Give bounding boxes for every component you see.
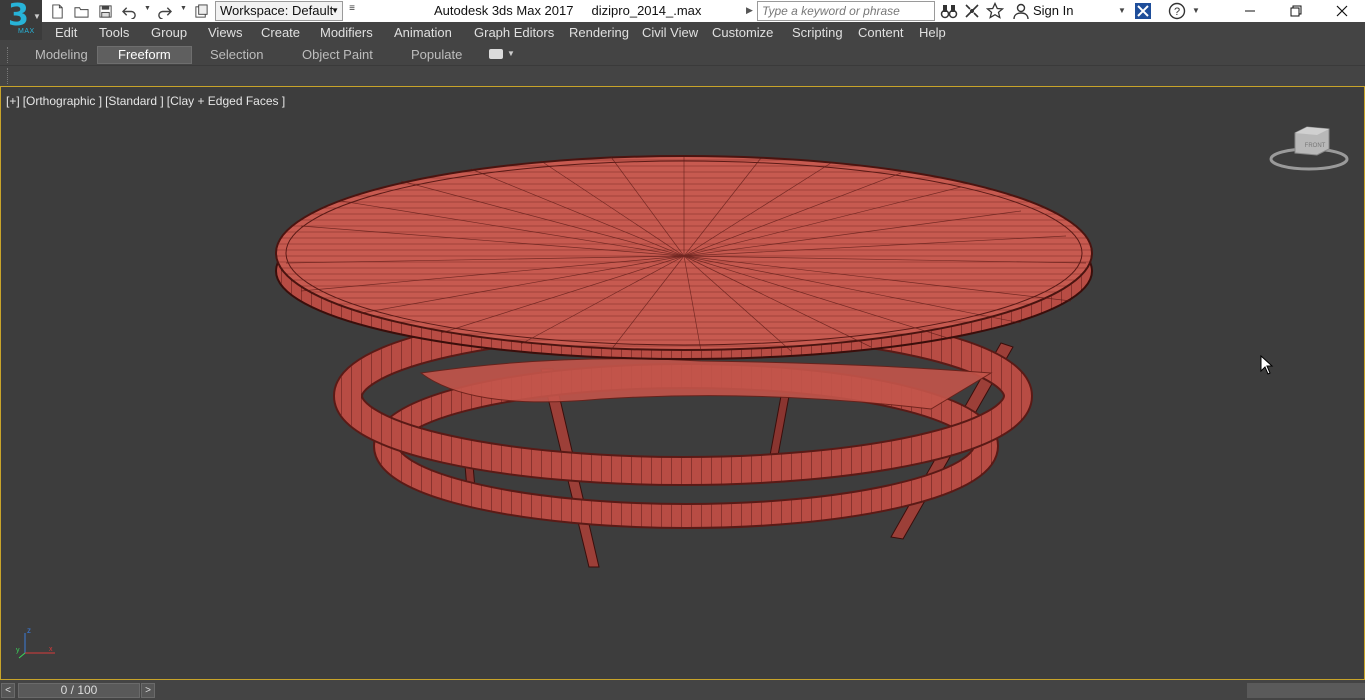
ribbon-options-dropdown-icon[interactable]: ▼	[507, 49, 515, 58]
menu-animation[interactable]: Animation	[394, 25, 452, 40]
workspace-label: Workspace: Default	[220, 3, 334, 18]
menu-graph-editors[interactable]: Graph Editors	[474, 25, 554, 40]
undo-dropdown-icon[interactable]: ▼	[144, 5, 151, 12]
file-name: dizipro_2014_.max	[591, 3, 702, 18]
open-folder-icon[interactable]	[72, 2, 90, 20]
satellite-icon[interactable]	[963, 2, 981, 20]
tab-populate[interactable]: Populate	[411, 47, 462, 63]
menu-group[interactable]: Group	[151, 25, 187, 40]
restore-button[interactable]	[1273, 0, 1319, 22]
application-menu-button[interactable]: 3 MAX ▼	[0, 0, 42, 40]
menu-customize[interactable]: Customize	[712, 25, 773, 40]
view-cube[interactable]: FRONT	[1267, 123, 1351, 173]
table-top-surface	[275, 155, 1093, 352]
timeline-next-button[interactable]: >	[141, 683, 155, 698]
tab-modeling[interactable]: Modeling	[35, 47, 88, 63]
menu-help[interactable]: Help	[919, 25, 946, 40]
menu-edit[interactable]: Edit	[55, 25, 77, 40]
menu-scripting[interactable]: Scripting	[792, 25, 843, 40]
perspective-viewport[interactable]: [+] [Orthographic ] [Standard ] [Clay + Edg…	[0, 86, 1365, 680]
search-input[interactable]	[757, 1, 935, 21]
help-dropdown-icon[interactable]: ▼	[1192, 6, 1200, 15]
menu-modifiers[interactable]: Modifiers	[320, 25, 373, 40]
project-folder-icon[interactable]	[192, 2, 210, 20]
help-icon[interactable]: ?	[1168, 2, 1186, 20]
view-cube-face-label: FRONT	[1305, 143, 1326, 149]
undo-icon[interactable]	[120, 2, 138, 20]
menu-views[interactable]: Views	[208, 25, 242, 40]
menu-content[interactable]: Content	[858, 25, 904, 40]
app-name: Autodesk 3ds Max 2017	[434, 3, 574, 18]
ribbon-panel-strip	[0, 66, 1365, 86]
workspace-dropdown[interactable]: Workspace: Default ▼	[215, 1, 343, 21]
search-expand-icon[interactable]: ▶	[746, 5, 753, 16]
timeline-track[interactable]	[158, 683, 1246, 698]
menu-tools[interactable]: Tools	[99, 25, 129, 40]
timeline-prev-button[interactable]: <	[1, 683, 15, 698]
app-menu-chevron-icon: ▼	[33, 12, 41, 21]
menu-create[interactable]: Create	[261, 25, 300, 40]
window-title: Autodesk 3ds Max 2017 dizipro_2014_.max	[434, 3, 701, 18]
axis-label-y: y	[16, 647, 20, 654]
axis-label-z: z	[27, 626, 31, 635]
ribbon-tab-bar: Modeling Freeform Selection Object Paint…	[0, 44, 1365, 66]
sign-in-button[interactable]: Sign In	[1033, 3, 1073, 18]
axis-label-x: x	[49, 646, 53, 653]
binoculars-icon[interactable]	[940, 2, 958, 20]
menu-bar: Edit Tools Group Views Create Modifiers …	[42, 22, 1365, 44]
title-bar: 3 MAX ▼ ▼ ▼ Workspace: Default ▼ ≡ Autod…	[0, 0, 1365, 40]
tab-freeform[interactable]: Freeform	[97, 46, 192, 64]
save-icon[interactable]	[96, 2, 114, 20]
ribbon-options-icon[interactable]	[489, 49, 503, 59]
user-icon[interactable]	[1012, 2, 1030, 20]
ribbon-drag-handle[interactable]	[7, 47, 10, 63]
chevron-down-icon: ▼	[331, 6, 339, 15]
workspace-options-icon[interactable]: ≡	[345, 3, 359, 19]
time-slider[interactable]: 0 / 100	[18, 683, 140, 698]
new-file-icon[interactable]	[48, 2, 66, 20]
tab-selection[interactable]: Selection	[210, 47, 263, 63]
timeline-bar: < 0 / 100 >	[0, 680, 1365, 700]
menu-rendering[interactable]: Rendering	[569, 25, 629, 40]
star-icon[interactable]	[985, 1, 1005, 20]
coffee-table-model[interactable]	[1, 87, 1364, 679]
panel-drag-handle[interactable]	[7, 68, 10, 84]
close-button[interactable]	[1319, 0, 1365, 22]
exchange-icon[interactable]	[1134, 2, 1152, 20]
redo-dropdown-icon[interactable]: ▼	[180, 5, 187, 12]
mouse-cursor-icon	[1260, 355, 1274, 375]
tab-object-paint[interactable]: Object Paint	[302, 47, 373, 63]
menu-civil-view[interactable]: Civil View	[642, 25, 698, 40]
app-logo-text: MAX	[18, 28, 35, 35]
axis-tripod-icon: z x y	[16, 626, 55, 659]
redo-icon[interactable]	[155, 2, 173, 20]
timeline-scrollbar[interactable]	[1247, 683, 1365, 698]
svg-text:?: ?	[1174, 6, 1180, 18]
minimize-button[interactable]	[1227, 0, 1273, 22]
sign-in-dropdown-icon[interactable]: ▼	[1118, 6, 1126, 15]
